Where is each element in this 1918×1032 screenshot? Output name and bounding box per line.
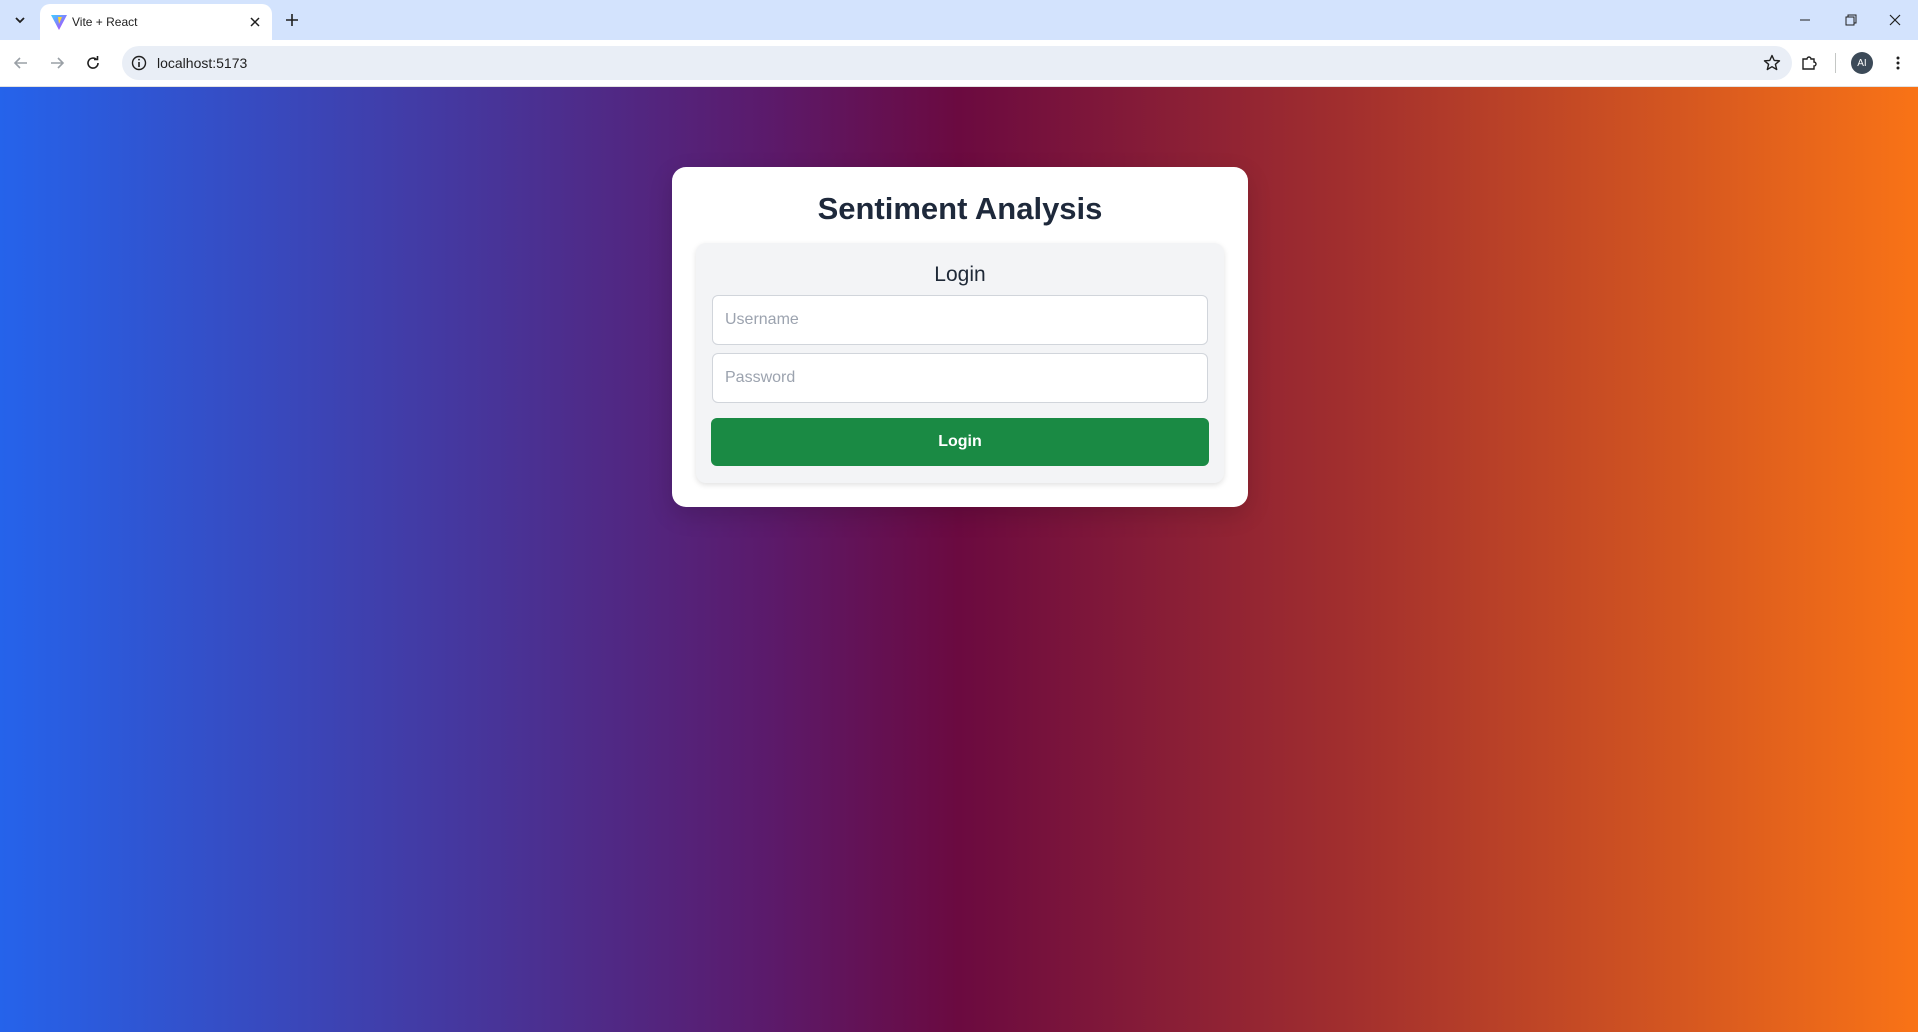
address-url: localhost:5173 <box>157 55 248 71</box>
tab-title: Vite + React <box>72 15 138 29</box>
extensions-button[interactable] <box>1793 47 1825 79</box>
arrow-right-icon <box>51 57 65 69</box>
login-button[interactable]: Login <box>711 418 1209 466</box>
vite-logo-icon <box>51 15 67 30</box>
plus-icon <box>286 14 298 26</box>
reload-button[interactable] <box>77 47 109 79</box>
more-vert-icon <box>1896 56 1900 70</box>
new-tab-button[interactable] <box>280 8 304 32</box>
forward-button[interactable] <box>41 47 73 79</box>
chevron-down-icon <box>15 17 25 24</box>
star-icon[interactable] <box>1762 53 1782 73</box>
page-viewport: Sentiment Analysis Login Login <box>0 87 1918 1032</box>
browser-menu-button[interactable] <box>1882 47 1914 79</box>
close-icon <box>1889 14 1901 26</box>
tab-close-button[interactable] <box>246 13 264 31</box>
login-heading: Login <box>934 263 986 286</box>
back-button[interactable] <box>5 47 37 79</box>
username-input[interactable] <box>712 295 1208 345</box>
puzzle-icon <box>1802 56 1817 70</box>
arrow-left-icon <box>13 57 27 69</box>
minimize-icon <box>1800 19 1810 21</box>
browser-toolbar: localhost:5173 AI <box>0 40 1918 87</box>
page-title: Sentiment Analysis <box>817 191 1103 226</box>
tab-search-button[interactable] <box>8 8 32 32</box>
password-input[interactable] <box>712 353 1208 403</box>
profile-button[interactable]: AI <box>1846 47 1878 79</box>
minimize-button[interactable] <box>1782 0 1828 40</box>
address-bar[interactable]: localhost:5173 <box>122 46 1792 80</box>
restore-icon <box>1845 14 1857 26</box>
toolbar-divider <box>1835 53 1836 73</box>
tab-strip: Vite + React <box>0 0 1918 40</box>
restore-button[interactable] <box>1828 0 1874 40</box>
info-icon[interactable] <box>130 54 148 72</box>
close-icon <box>250 17 260 27</box>
browser-tab[interactable]: Vite + React <box>40 4 272 40</box>
login-form: Login Login <box>696 243 1224 483</box>
app-card: Sentiment Analysis Login Login <box>672 167 1248 507</box>
close-window-button[interactable] <box>1872 0 1918 40</box>
reload-icon <box>87 56 99 69</box>
avatar: AI <box>1851 52 1873 74</box>
